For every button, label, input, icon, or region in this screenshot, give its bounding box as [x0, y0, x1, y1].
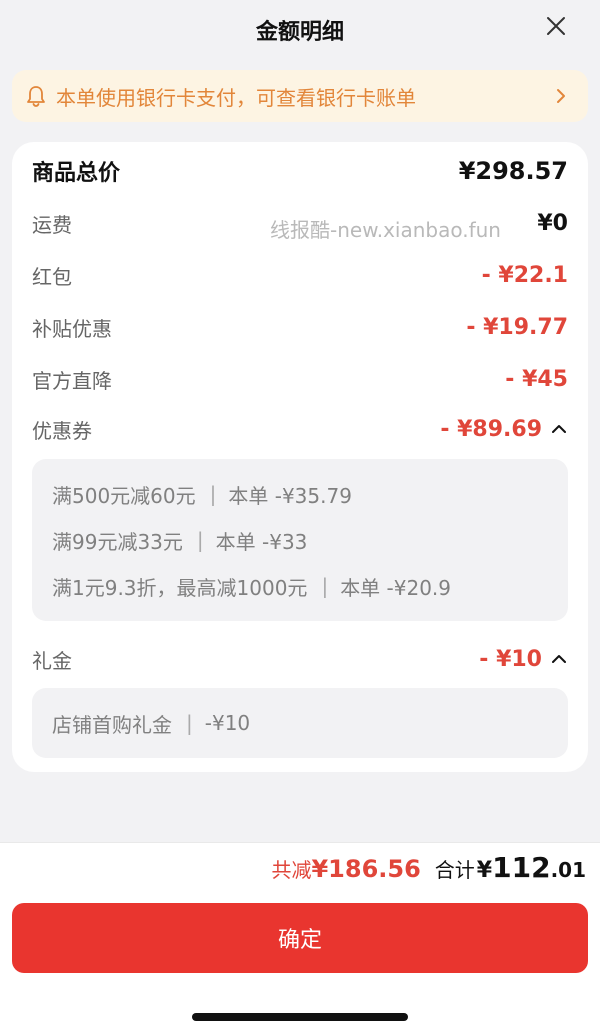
home-indicator: [192, 1013, 408, 1021]
row-red-packet: 红包 - ¥22.1: [32, 258, 568, 292]
coupon-rule: 满99元减33元: [52, 529, 183, 554]
coupon-value-wrap: - ¥89.69: [440, 417, 568, 442]
sum-label: 合计: [434, 858, 475, 882]
row-official-discount: 官方直降 - ¥45: [32, 362, 568, 396]
subsidy-value: - ¥19.77: [466, 314, 568, 340]
saved-value: ¥186.56: [311, 855, 421, 883]
row-subsidy: 补贴优惠 - ¥19.77: [32, 310, 568, 344]
subsidy-label: 补贴优惠: [32, 316, 112, 341]
sum-decimal: .01: [550, 858, 586, 882]
official-discount-label: 官方直降: [32, 368, 112, 393]
coupon-toggle[interactable]: 优惠券 - ¥89.69: [32, 412, 568, 446]
gift-label: 礼金: [32, 648, 72, 673]
coupon-amount: 本单 -¥33: [215, 529, 308, 554]
divider: |: [186, 711, 193, 735]
list-item: 满1元9.3折，最高减1000元 | 本单 -¥20.9: [52, 563, 548, 609]
row-shipping: 运费 ¥0: [32, 206, 568, 240]
divider: |: [321, 574, 329, 598]
coupon-amount: 本单 -¥20.9: [340, 575, 452, 600]
shipping-label: 运费: [32, 212, 72, 237]
bell-icon: [26, 84, 50, 108]
bank-card-banner[interactable]: 本单使用银行卡支付，可查看银行卡账单: [12, 70, 588, 122]
close-icon: [547, 17, 565, 35]
close-button[interactable]: [542, 12, 570, 40]
coupon-rule: 满500元减60元: [52, 483, 196, 508]
divider: |: [196, 528, 204, 552]
coupon-value: - ¥89.69: [440, 416, 542, 442]
gift-toggle[interactable]: 礼金 - ¥10: [32, 642, 568, 676]
list-item: 店铺首购礼金 | -¥10: [52, 700, 250, 746]
saved-label: 共减: [271, 858, 312, 882]
red-packet-value: - ¥22.1: [481, 262, 568, 288]
chevron-right-icon: [556, 86, 572, 106]
list-item: 满99元减33元 | 本单 -¥33: [52, 517, 548, 563]
gift-detail-box: 店铺首购礼金 | -¥10: [32, 688, 568, 758]
coupon-rule: 满1元9.3折，最高减1000元: [52, 575, 308, 600]
price-summary: 共减 ¥186.56 合计 ¥ 112 .01: [271, 851, 586, 891]
banner-text: 本单使用银行卡支付，可查看银行卡账单: [56, 85, 416, 110]
coupon-label: 优惠券: [32, 418, 92, 443]
confirm-button[interactable]: 确定: [12, 903, 588, 973]
page-title: 金额明细: [255, 20, 344, 45]
chevron-up-icon: [552, 421, 568, 437]
total-label: 商品总价: [32, 161, 121, 186]
chevron-up-icon: [552, 651, 568, 667]
price-detail-card: 商品总价 ¥298.57 线报酷-new.xianbao.fun 运费 ¥0 红…: [12, 142, 588, 772]
divider: |: [209, 482, 217, 506]
gift-value-wrap: - ¥10: [479, 647, 568, 672]
total-value: ¥298.57: [458, 157, 568, 185]
checkout-footer: 共减 ¥186.56 合计 ¥ 112 .01 确定: [0, 842, 600, 1032]
red-packet-label: 红包: [32, 264, 72, 289]
official-discount-value: - ¥45: [505, 366, 568, 392]
sheet-header: 金额明细: [0, 0, 600, 60]
row-item-total: 商品总价 ¥298.57: [32, 154, 568, 188]
gift-rule: 店铺首购礼金: [52, 712, 172, 737]
gift-amount: -¥10: [204, 711, 251, 735]
sum-currency: ¥: [476, 858, 493, 883]
shipping-value: ¥0: [537, 210, 568, 236]
amount-detail-sheet: 金额明细 本单使用银行卡支付，可查看银行卡账单 商品总价 ¥298.57 线报酷…: [0, 0, 600, 1032]
gift-value: - ¥10: [479, 646, 542, 672]
coupon-amount: 本单 -¥35.79: [228, 483, 352, 508]
coupon-detail-box: 满500元减60元 | 本单 -¥35.79 满99元减33元 | 本单 -¥3…: [32, 459, 568, 621]
list-item: 满500元减60元 | 本单 -¥35.79: [52, 471, 548, 517]
sum-integer: 112: [492, 851, 551, 884]
